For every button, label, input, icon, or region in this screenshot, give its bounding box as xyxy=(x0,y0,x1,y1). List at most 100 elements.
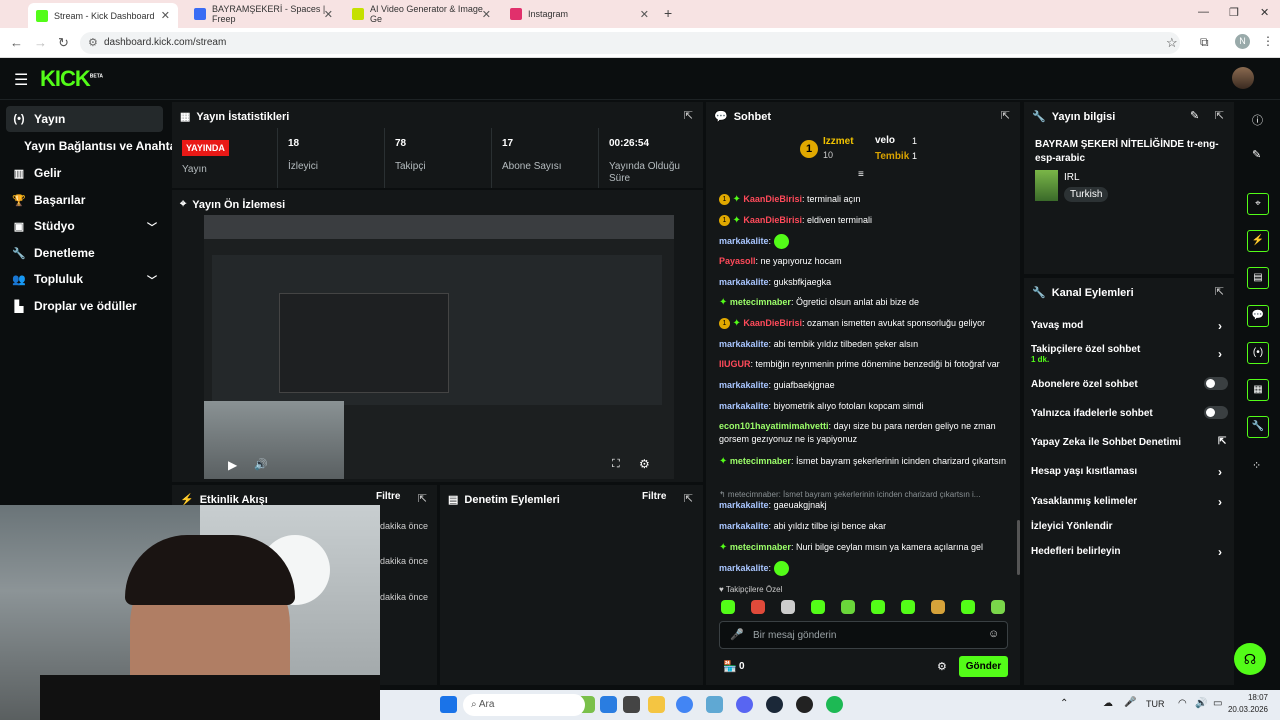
back-icon[interactable]: ← xyxy=(10,35,23,50)
sidebar-item-moderation[interactable]: 🔧 Denetleme xyxy=(6,240,163,266)
microphone-tray-icon[interactable]: 🎤 xyxy=(1124,697,1136,708)
action-goals[interactable]: Hedefleri belirleyin › xyxy=(1031,545,1222,559)
tool-preview-icon[interactable]: ⌖ xyxy=(1247,193,1269,215)
discord-icon[interactable] xyxy=(736,696,753,713)
emote-icon[interactable] xyxy=(931,600,945,614)
sidebar-item-drops[interactable]: ▙ Droplar ve ödüller xyxy=(6,293,163,319)
profile-avatar[interactable]: N xyxy=(1235,34,1250,49)
close-tab-icon[interactable]: ✕ xyxy=(324,8,333,21)
chat-settings-icon[interactable]: ⚙ xyxy=(937,660,947,673)
bookmark-star-icon[interactable]: ☆ xyxy=(1166,35,1178,51)
clock-date[interactable]: 20.03.2026 xyxy=(1215,705,1268,714)
emote-icon[interactable] xyxy=(751,600,765,614)
emote-icon[interactable] xyxy=(871,600,885,614)
forward-icon[interactable]: → xyxy=(34,35,47,50)
emote-icon[interactable] xyxy=(991,600,1005,614)
tab-ai-video[interactable]: AI Video Generator & Image Ge ✕ xyxy=(344,3,499,25)
kick-logo[interactable]: KICKBETA xyxy=(40,66,103,92)
tool-chat-icon[interactable]: 💬 xyxy=(1247,305,1269,327)
browser-menu-icon[interactable]: ⋮ xyxy=(1262,34,1274,48)
action-slow-mode[interactable]: Yavaş mod › xyxy=(1031,319,1222,333)
filter-button[interactable]: Filtre xyxy=(376,491,400,502)
tab-kick-dashboard[interactable]: Stream - Kick Dashboard ✕ xyxy=(28,3,178,28)
play-icon[interactable]: ▶ xyxy=(228,458,237,472)
category-name[interactable]: IRL xyxy=(1064,172,1080,183)
close-tab-icon[interactable]: ✕ xyxy=(640,8,649,21)
popout-icon[interactable]: ⇱ xyxy=(684,492,693,505)
close-tab-icon[interactable]: ✕ xyxy=(161,9,170,22)
user-avatar[interactable] xyxy=(1232,67,1254,89)
action-raid[interactable]: İzleyici Yönlendir xyxy=(1031,521,1113,532)
tool-broadcast-icon[interactable]: (•) xyxy=(1247,342,1269,364)
app-icon[interactable] xyxy=(623,696,640,713)
site-info-icon[interactable]: ⚙ xyxy=(88,36,98,49)
url-field[interactable]: ⚙ dashboard.kick.com/stream xyxy=(80,32,1180,54)
store-icon[interactable]: 🏪 xyxy=(723,660,737,673)
sidebar-item-stream-key[interactable]: Yayın Bağlantısı ve Anahtarı xyxy=(18,133,184,159)
action-banned-words[interactable]: Yasaklanmış kelimeler › xyxy=(1031,495,1222,509)
maximize-icon[interactable]: ❐ xyxy=(1229,6,1239,19)
taskbar-search[interactable]: ⌕ Ara xyxy=(463,694,585,716)
subscribers-only-toggle[interactable] xyxy=(1204,377,1228,390)
tab-instagram[interactable]: Instagram ✕ xyxy=(502,3,657,25)
menu-icon[interactable]: ☰ xyxy=(14,70,28,90)
edit-icon[interactable]: ✎ xyxy=(1190,109,1199,122)
reload-icon[interactable]: ↻ xyxy=(58,35,69,51)
language-indicator[interactable]: TUR xyxy=(1146,699,1165,709)
tool-doc-icon[interactable]: ▤ xyxy=(1247,267,1269,289)
sidebar-item-stream[interactable]: (•) Yayın xyxy=(6,106,163,132)
emote-icon[interactable] xyxy=(961,600,975,614)
emote-icon[interactable] xyxy=(721,600,735,614)
emotes-only-toggle[interactable] xyxy=(1204,406,1228,419)
settings-icon[interactable]: ⚙ xyxy=(639,457,650,471)
collapse-icon[interactable]: ≡ xyxy=(858,169,864,180)
info-icon[interactable]: ⓘ xyxy=(1252,112,1263,128)
popout-icon[interactable]: ⇱ xyxy=(1215,109,1224,122)
clock-time[interactable]: 18:07 xyxy=(1228,693,1268,702)
minimize-icon[interactable]: — xyxy=(1198,6,1209,18)
windows-start-icon[interactable] xyxy=(440,696,457,713)
close-tab-icon[interactable]: ✕ xyxy=(482,8,491,21)
tool-wrench-icon[interactable]: 🔧 xyxy=(1247,416,1269,438)
emote-icon[interactable] xyxy=(841,600,855,614)
obs-icon[interactable] xyxy=(796,696,813,713)
send-button[interactable]: Gönder xyxy=(959,656,1008,677)
sidebar-item-community[interactable]: 👥 Topluluk ﹀ xyxy=(6,266,163,292)
microphone-icon[interactable]: 🎤 xyxy=(730,628,744,641)
popout-icon[interactable]: ⇱ xyxy=(1215,285,1224,298)
sidebar-item-studio[interactable]: ▣ Stüdyo ﹀ xyxy=(6,213,163,239)
filter-button[interactable]: Filtre xyxy=(642,491,666,502)
category-thumbnail[interactable] xyxy=(1035,170,1058,201)
action-followers-only[interactable]: Takipçilere özel sohbet › 1 dk. xyxy=(1031,344,1222,364)
action-ai-moderation[interactable]: Yapay Zeka ile Sohbet Denetimi ⇱ xyxy=(1031,436,1226,448)
stream-preview-video[interactable]: ▶ 🔊 ⛶ ⚙ xyxy=(204,215,674,479)
emoji-icon[interactable]: ☺ xyxy=(988,628,999,640)
volume-icon[interactable]: 🔊 xyxy=(254,458,268,471)
tool-lightning-icon[interactable]: ⚡ xyxy=(1247,230,1269,252)
chrome-icon[interactable] xyxy=(676,696,693,713)
tab-freepik[interactable]: BAYRAMŞEKERİ - Spaces | Freep ✕ xyxy=(186,3,341,25)
emote-icon[interactable] xyxy=(811,600,825,614)
chat-input[interactable]: 🎤 Bir mesaj gönderin ☺ xyxy=(719,621,1008,649)
fullscreen-icon[interactable]: ⛶ xyxy=(612,458,620,471)
popout-icon[interactable]: ⇱ xyxy=(684,109,693,122)
emote-icon[interactable] xyxy=(901,600,915,614)
wifi-icon[interactable]: ◠ xyxy=(1178,698,1187,709)
edit-icon[interactable]: ✎ xyxy=(1252,148,1261,161)
close-window-icon[interactable]: ✕ xyxy=(1260,6,1269,19)
action-account-age[interactable]: Hesap yaşı kısıtlaması › xyxy=(1031,465,1222,479)
popout-icon[interactable]: ⇱ xyxy=(1001,109,1010,122)
file-explorer-icon[interactable] xyxy=(648,696,665,713)
system-tray-icon[interactable]: ⌃ xyxy=(1060,698,1068,709)
app-icon[interactable] xyxy=(600,696,617,713)
emote-icon[interactable] xyxy=(781,600,795,614)
chat-scrollbar[interactable] xyxy=(1017,520,1020,575)
popout-icon[interactable]: ⇱ xyxy=(418,492,427,505)
steam-icon[interactable] xyxy=(766,696,783,713)
network-icon[interactable]: ☁ xyxy=(1103,698,1113,709)
support-icon[interactable]: ☊ xyxy=(1234,643,1266,675)
app-icon[interactable] xyxy=(706,696,723,713)
sidebar-item-achievements[interactable]: 🏆 Başarılar xyxy=(6,187,163,213)
volume-tray-icon[interactable]: 🔊 xyxy=(1195,698,1207,709)
sidebar-item-revenue[interactable]: ▥ Gelir xyxy=(6,160,163,186)
